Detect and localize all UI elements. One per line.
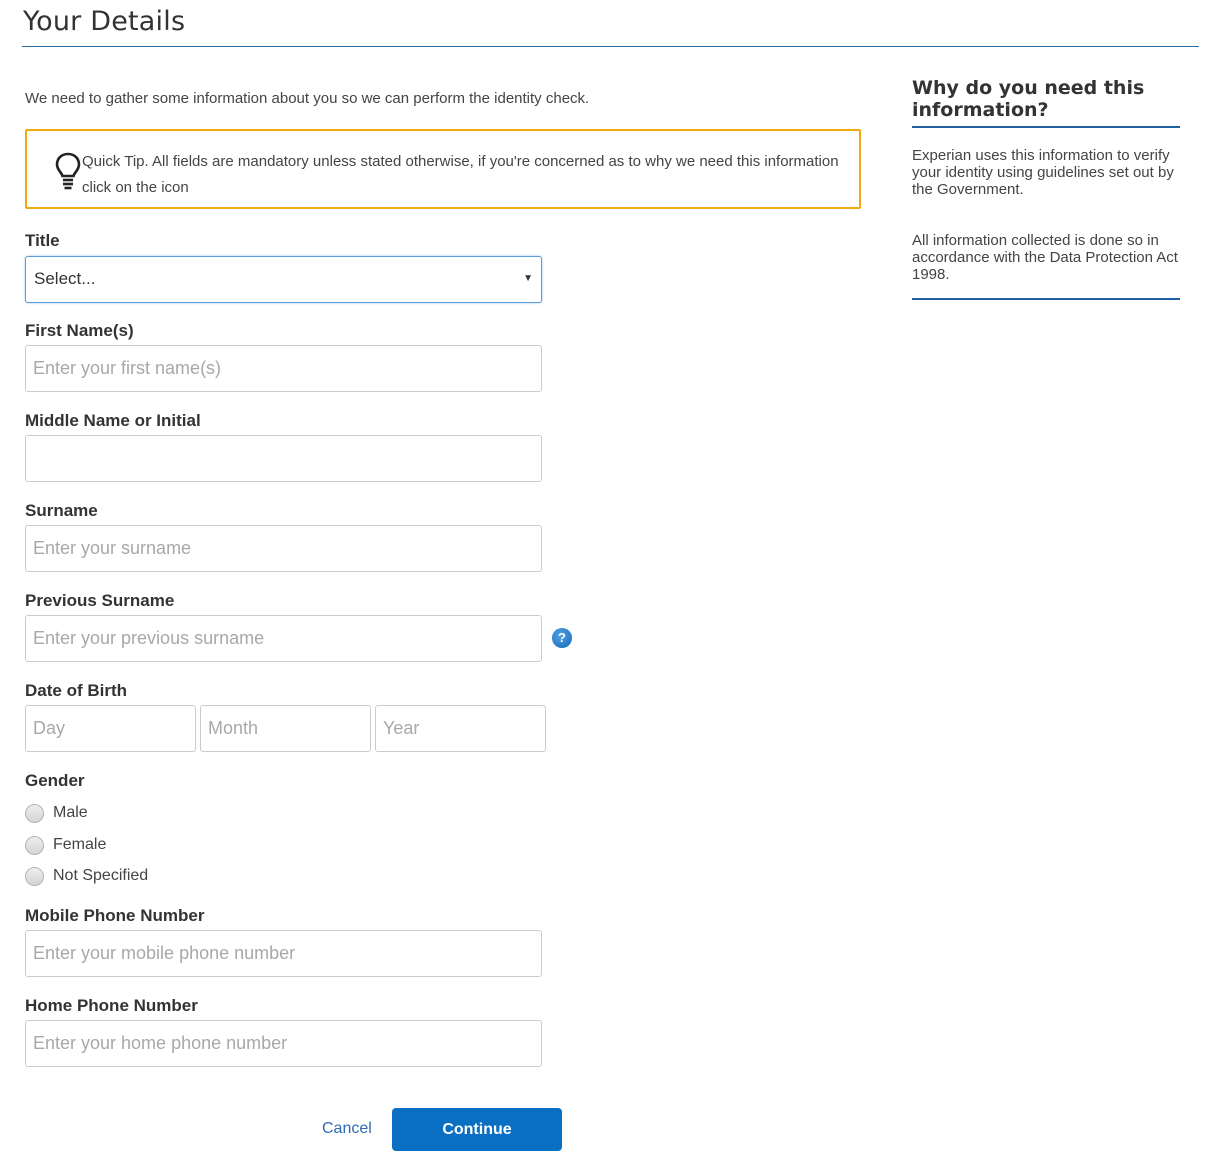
sidebar-divider-top — [912, 126, 1180, 128]
surname-input[interactable] — [25, 525, 542, 572]
title-select[interactable]: Select... ▼ — [25, 256, 542, 303]
dob-label: Date of Birth — [25, 681, 127, 700]
title-divider — [22, 46, 1199, 47]
dob-year-input[interactable] — [375, 705, 546, 752]
cancel-link[interactable]: Cancel — [322, 1120, 372, 1138]
caret-down-icon: ▼ — [523, 273, 533, 284]
lightbulb-icon — [55, 152, 81, 190]
radio-button[interactable] — [25, 836, 44, 855]
mobile-phone-input[interactable] — [25, 930, 542, 977]
gender-option-label: Female — [53, 836, 107, 853]
continue-button[interactable]: Continue — [392, 1108, 562, 1151]
quick-tip-text: Quick Tip. All fields are mandatory unle… — [82, 153, 839, 196]
title-label: Title — [25, 231, 60, 250]
surname-label: Surname — [25, 501, 98, 520]
page-title: Your Details — [23, 6, 186, 37]
radio-button[interactable] — [25, 804, 44, 823]
sidebar-paragraph: All information collected is done so in … — [912, 232, 1178, 283]
first-name-input[interactable] — [25, 345, 542, 392]
mobile-phone-label: Mobile Phone Number — [25, 906, 205, 925]
first-name-label: First Name(s) — [25, 321, 134, 340]
dob-day-input[interactable] — [25, 705, 196, 752]
home-phone-input[interactable] — [25, 1020, 542, 1067]
intro-text: We need to gather some information about… — [25, 90, 590, 107]
sidebar-heading: Why do you need this information? — [912, 77, 1145, 121]
home-phone-label: Home Phone Number — [25, 996, 198, 1015]
gender-option-label: Not Specified — [53, 867, 149, 884]
gender-option-label: Male — [53, 804, 88, 821]
gender-label: Gender — [25, 771, 85, 790]
middle-name-input[interactable] — [25, 435, 542, 482]
previous-surname-input[interactable] — [25, 615, 542, 662]
title-select-value: Select... — [34, 269, 96, 288]
sidebar-divider-bottom — [912, 298, 1180, 300]
radio-button[interactable] — [25, 867, 44, 886]
previous-surname-label: Previous Surname — [25, 591, 175, 610]
help-question-icon[interactable]: ? — [552, 628, 572, 648]
sidebar-paragraph: Experian uses this information to verify… — [912, 147, 1174, 198]
quick-tip-box: Quick Tip. All fields are mandatory unle… — [25, 129, 861, 209]
dob-month-input[interactable] — [200, 705, 371, 752]
middle-name-label: Middle Name or Initial — [25, 411, 201, 430]
